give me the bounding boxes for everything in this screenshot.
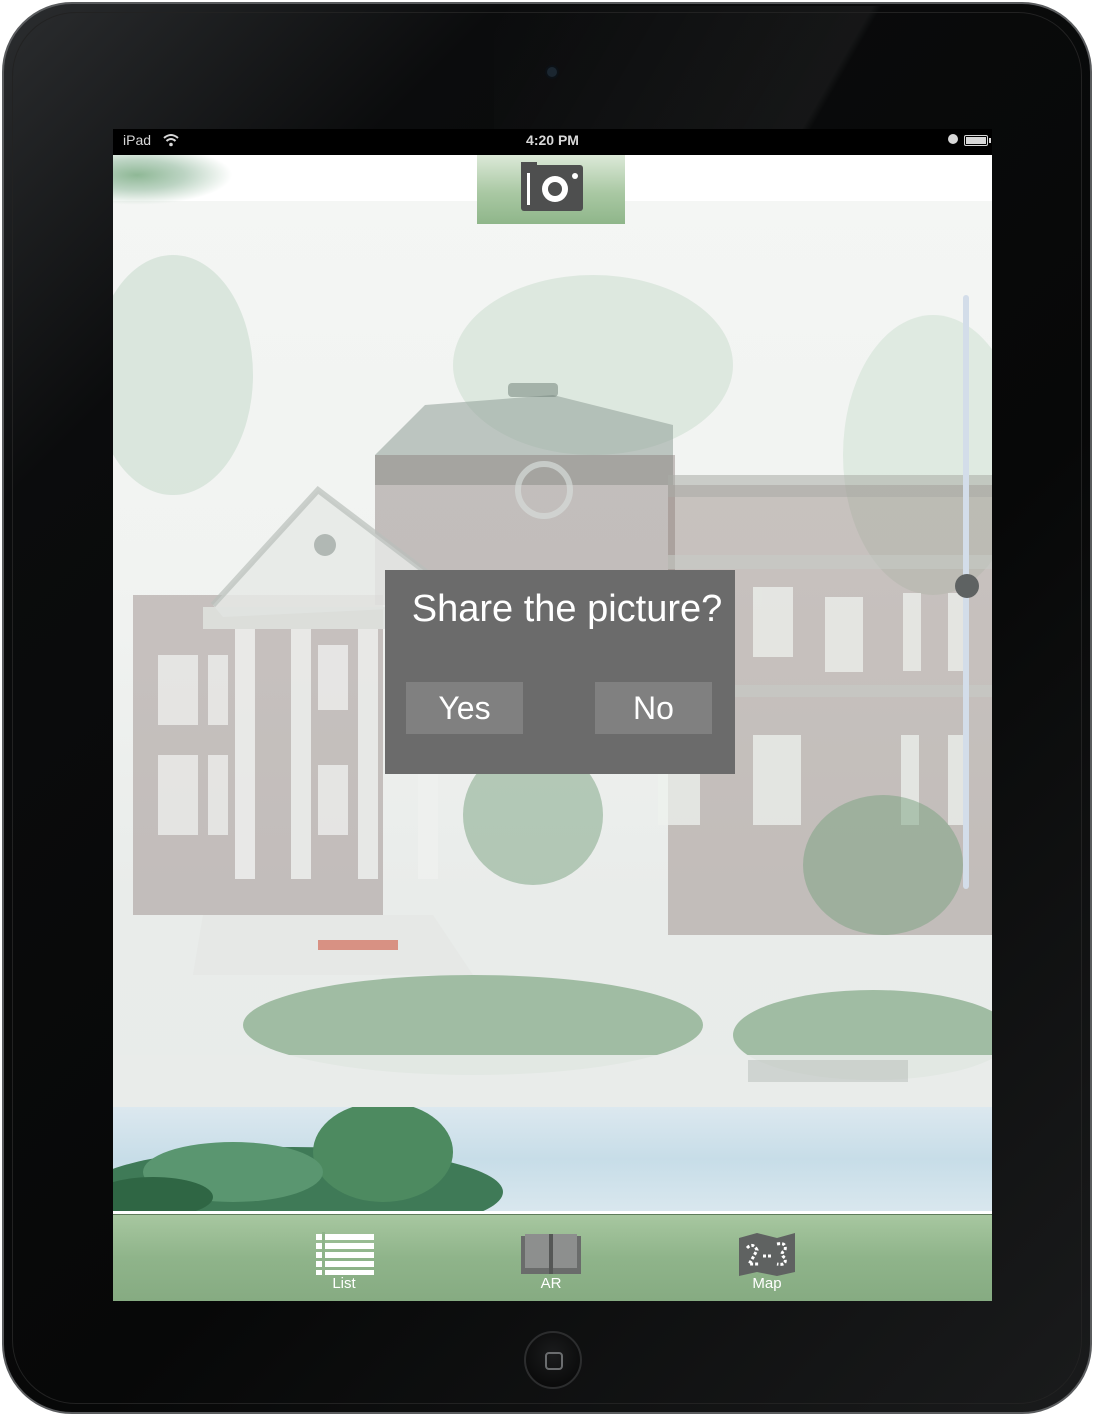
bezel-sheen <box>494 6 1094 606</box>
ipad-device: iPad 4:20 PM Share the picture? Yes No L… <box>2 2 1094 1414</box>
screen: iPad 4:20 PM Share the picture? Yes No L… <box>113 129 992 1301</box>
home-button[interactable] <box>524 1331 582 1389</box>
wifi-icon <box>163 134 179 147</box>
street-photo <box>113 1107 992 1211</box>
list-icon <box>316 1232 374 1276</box>
tab-ar[interactable]: AR <box>506 1215 596 1301</box>
bush-foliage <box>113 1107 503 1211</box>
front-camera <box>547 67 557 77</box>
dialog-title: Share the picture? <box>411 588 723 630</box>
home-square-icon <box>545 1352 563 1370</box>
building-photo <box>113 255 992 1107</box>
capture-photo-button[interactable] <box>477 155 625 224</box>
camera-icon <box>521 162 583 211</box>
tab-label: AR <box>540 1275 562 1292</box>
rotation-lock-icon <box>948 134 958 144</box>
tree-foliage <box>113 155 233 205</box>
camera-view[interactable]: Share the picture? Yes No <box>113 155 992 1211</box>
status-time: 4:20 PM <box>526 132 579 148</box>
tab-label: List <box>332 1275 356 1292</box>
zoom-slider[interactable] <box>955 295 979 889</box>
share-dialog: Share the picture? Yes No <box>385 570 735 774</box>
tab-map[interactable]: Map <box>722 1215 812 1301</box>
carrier-label: iPad <box>123 132 152 148</box>
tab-label: Map <box>752 1275 782 1292</box>
tab-list[interactable]: List <box>299 1215 389 1301</box>
zoom-knob[interactable] <box>955 574 979 599</box>
battery-icon <box>964 135 991 146</box>
tab-bar: List AR Map <box>113 1214 992 1301</box>
map-icon <box>739 1233 795 1276</box>
zoom-track <box>963 295 969 889</box>
yes-button[interactable]: Yes <box>406 682 523 734</box>
status-bar: iPad 4:20 PM <box>113 129 992 155</box>
book-icon <box>521 1234 581 1274</box>
top-bar <box>113 155 992 201</box>
no-button[interactable]: No <box>595 682 712 734</box>
